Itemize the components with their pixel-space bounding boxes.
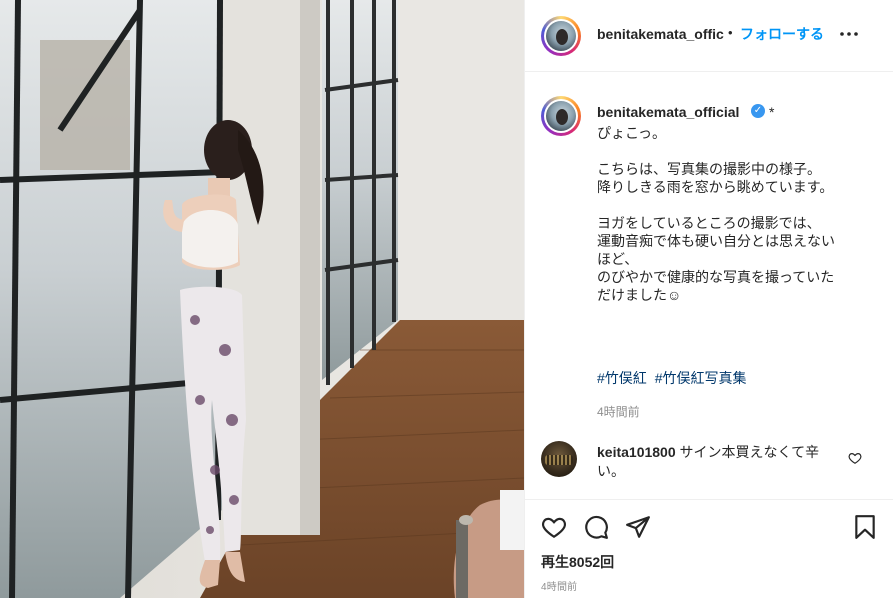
- commenter-avatar[interactable]: [541, 441, 577, 477]
- caption-text: ぴょこっ。 こちらは、写真集の撮影中の様子。 降りしきる雨を窓から眺めています。…: [597, 125, 835, 303]
- more-options-button[interactable]: [837, 24, 861, 44]
- author-avatar[interactable]: [541, 16, 581, 56]
- comment-username[interactable]: keita101800: [597, 444, 676, 460]
- post-side-panel: benitakemata_offic • フォローする benitakemata…: [524, 0, 893, 598]
- caption-avatar[interactable]: [541, 96, 581, 136]
- verified-badge-icon: ✓: [751, 104, 765, 118]
- view-count[interactable]: 再生8052回: [541, 552, 614, 572]
- video-frame-illustration: [0, 0, 524, 598]
- post-actions: 再生8052回 4時間前: [525, 499, 893, 599]
- paper-plane-icon[interactable]: [625, 514, 651, 540]
- post-header: benitakemata_offic • フォローする: [525, 0, 893, 72]
- caption-asterisk: *: [769, 104, 775, 120]
- instagram-post: benitakemata_offic • フォローする benitakemata…: [0, 0, 893, 598]
- header-separator: •: [728, 25, 733, 40]
- caption-timestamp[interactable]: 4時間前: [597, 403, 640, 420]
- ellipsis-icon: [840, 32, 858, 36]
- comment-body: keita101800 サイン本買えなくて辛い。: [597, 443, 829, 481]
- hashtag-link[interactable]: #竹俣紅: [597, 370, 647, 386]
- comment-like-heart-icon[interactable]: [848, 451, 862, 465]
- post-timestamp[interactable]: 4時間前: [541, 578, 577, 593]
- heart-icon[interactable]: [541, 514, 567, 540]
- hashtag-list: #竹俣紅 #竹俣紅写真集: [597, 368, 750, 388]
- header-username[interactable]: benitakemata_offic: [597, 26, 724, 42]
- bookmark-icon[interactable]: [852, 514, 878, 540]
- comment-icon[interactable]: [583, 514, 609, 540]
- post-video[interactable]: [0, 0, 524, 598]
- hashtag-link[interactable]: #竹俣紅写真集: [655, 370, 747, 386]
- follow-button[interactable]: フォローする: [740, 24, 824, 44]
- caption-username[interactable]: benitakemata_official: [597, 104, 739, 120]
